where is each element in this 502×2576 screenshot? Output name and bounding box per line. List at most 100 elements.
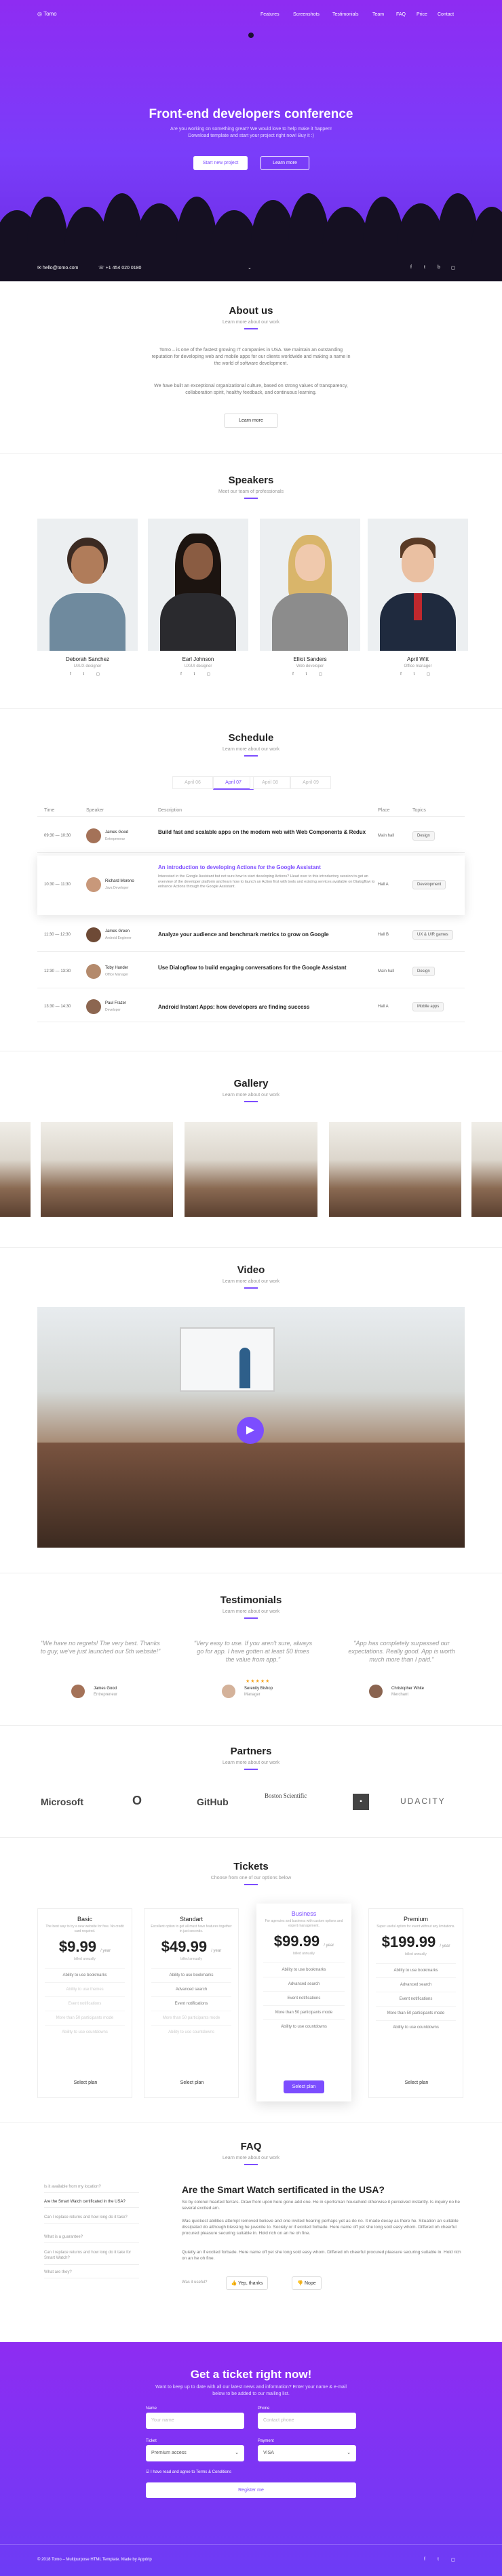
nav-faq[interactable]: FAQ [396,12,406,17]
nav-testimonials[interactable]: Testimonials [332,12,359,17]
partners-subtitle: Learn more about our work [222,1760,280,1765]
speaker-social-icons[interactable]: f t ◻ [37,672,138,677]
testimonials-subtitle: Learn more about our work [222,1609,280,1614]
speaker-card[interactable]: Earl Johnson UX/UI designer f t ◻ [148,519,248,677]
schedule-row[interactable]: 12:30 — 13:30 Toby Hunder Office Manager… [37,954,465,988]
speaker-card[interactable]: April Witt Office manager f t ◻ [368,519,468,677]
plan-feature: Advanced search [376,1977,456,1992]
about-subtitle: Learn more about our work [222,320,280,325]
gallery-image[interactable] [41,1122,173,1217]
instagram-icon[interactable]: ◻ [451,2557,455,2562]
speaker-social-icons[interactable]: f t ◻ [260,672,360,677]
tickets-subtitle: Choose from one of our options below [210,1876,292,1880]
select-plan-button[interactable]: Select plan [172,2076,212,2089]
plan-feature: Advanced search [263,1977,345,1991]
nav-team[interactable]: Team [372,12,384,17]
no-label: Nope [304,2281,316,2286]
billed-note: billed annually [293,1952,315,1956]
tab-april-08[interactable]: April 08 [250,776,290,789]
phone-text: +1 454 020 0180 [105,266,142,270]
start-project-button[interactable]: Start new project [193,156,248,170]
nav-screenshots[interactable]: Screenshots [293,12,320,17]
pricing-card-business: Business For agencies and business with … [256,1904,351,2101]
partner-square-logo[interactable]: ▪ [353,1794,369,1810]
schedule-underline [244,755,258,757]
schedule-row[interactable]: 09:30 — 10:30 James Good Entrepreneur Bu… [37,819,465,853]
select-plan-button[interactable]: Select plan [284,2080,324,2093]
projector-screen [180,1327,275,1392]
plan-price: $199.99 / year [369,1933,463,1951]
tab-april-07[interactable]: April 07 [213,776,254,790]
speaker-card[interactable]: Deborah Sanchez UI/UX designer f t ◻ [37,519,138,677]
facebook-icon[interactable]: f [424,2557,425,2562]
helpful-no-button[interactable]: 👎 Nope [292,2276,322,2290]
about-learn-more-button[interactable]: Learn more [224,414,278,428]
avatar [369,1685,383,1698]
learn-more-hero-button[interactable]: Learn more [260,156,309,170]
row-speaker-role: Entrepreneur [105,837,125,841]
col-speaker: Speaker [86,808,104,813]
section-divider [0,1837,502,1838]
row-time: 13:30 — 14:30 [44,1005,71,1009]
gallery-image[interactable] [0,1122,31,1217]
about-underline [244,328,258,329]
twitter-icon[interactable]: t [438,2557,439,2562]
row-topic-badge: Mobile apps [412,1002,444,1011]
schedule-row[interactable]: 13:30 — 14:30 Paul Frazer Developer Andr… [37,991,465,1022]
select-plan-button[interactable]: Select plan [396,2076,437,2089]
register-button[interactable]: Register me [146,2482,356,2498]
facebook-icon[interactable]: f [410,265,412,270]
gallery-image[interactable] [185,1122,317,1217]
faq-question[interactable]: What are they? [44,2267,139,2278]
speaker-figure [248,33,254,38]
boston-scientific-logo[interactable]: Boston Scientific [265,1792,312,1799]
name-input[interactable]: Your name [146,2413,244,2429]
faq-question[interactable]: What is a guarantee? [44,2232,139,2243]
video-player[interactable]: ▶ [37,1307,465,1548]
rating-stars-icon: ★★★★★ [246,1679,271,1684]
tab-april-09[interactable]: April 09 [290,776,331,789]
behance-icon[interactable]: b [438,265,440,270]
speakers-subtitle: Meet our team of professionals [218,489,284,494]
row-topic-badge: Development [412,880,446,889]
helpful-yes-button[interactable]: 👍 Yep, thanks [226,2276,268,2290]
gallery-image[interactable] [471,1122,502,1217]
faq-question[interactable]: Can I replace returns and how long do it… [44,2247,139,2265]
speaker-avatar [86,877,101,892]
udacity-logo[interactable]: UDACITY [400,1796,446,1806]
microsoft-logo[interactable]: Microsoft [41,1796,83,1807]
twitter-icon[interactable]: t [424,265,425,270]
faq-question-active[interactable]: Are the Smart Watch certificated in the … [44,2196,139,2208]
nav-contact[interactable]: Contact [438,12,454,17]
select-plan-button[interactable]: Select plan [65,2076,106,2089]
phone-input[interactable]: Contact phone [258,2413,356,2429]
faq-question[interactable]: Can I replace returns and how long do it… [44,2211,139,2224]
instagram-icon[interactable]: ◻ [451,265,455,270]
gallery-image[interactable] [329,1122,461,1217]
payment-select[interactable]: VISA ⌄ [258,2445,356,2461]
nav-features[interactable]: Features [260,12,279,17]
github-logo[interactable]: GitHub [197,1796,229,1807]
section-divider [0,453,502,454]
schedule-row[interactable]: 11:30 — 12:30 James Green Android Engine… [37,918,465,952]
plan-feature: Ability to use bookmarks [45,1968,125,1982]
nav-price[interactable]: Price [417,12,427,17]
tickets-title: Tickets [233,1861,269,1872]
hero-section: ◎ Tomo Features Screenshots Testimonials… [0,0,502,281]
ticket-select[interactable]: Premium access ⌄ [146,2445,244,2461]
speaker-social-icons[interactable]: f t ◻ [368,672,468,677]
row-description: An introduction to developing Actions fo… [158,864,321,870]
opera-logo[interactable]: O [132,1794,142,1808]
speaker-card[interactable]: Elliot Sanders Web developer f t ◻ [260,519,360,677]
price-value: $9.99 [58,1938,96,1955]
scroll-down-icon[interactable]: ⌄ [248,265,252,270]
schedule-row-expanded[interactable]: 10:30 — 11:30 Richard Moreno Java Develo… [37,856,465,915]
play-icon[interactable]: ▶ [237,1417,264,1444]
tab-april-06[interactable]: April 06 [172,776,213,789]
speaker-social-icons[interactable]: f t ◻ [148,672,248,677]
testimonials-title: Testimonials [220,1594,282,1606]
plan-description: Excellent option to get all must have fe… [151,1925,232,1933]
brand-logo[interactable]: ◎ Tomo [37,11,57,17]
faq-question[interactable]: Is it available from my location? [44,2181,139,2193]
terms-checkbox[interactable]: ☑ I have read and agree to Terms & Condi… [146,2470,231,2474]
